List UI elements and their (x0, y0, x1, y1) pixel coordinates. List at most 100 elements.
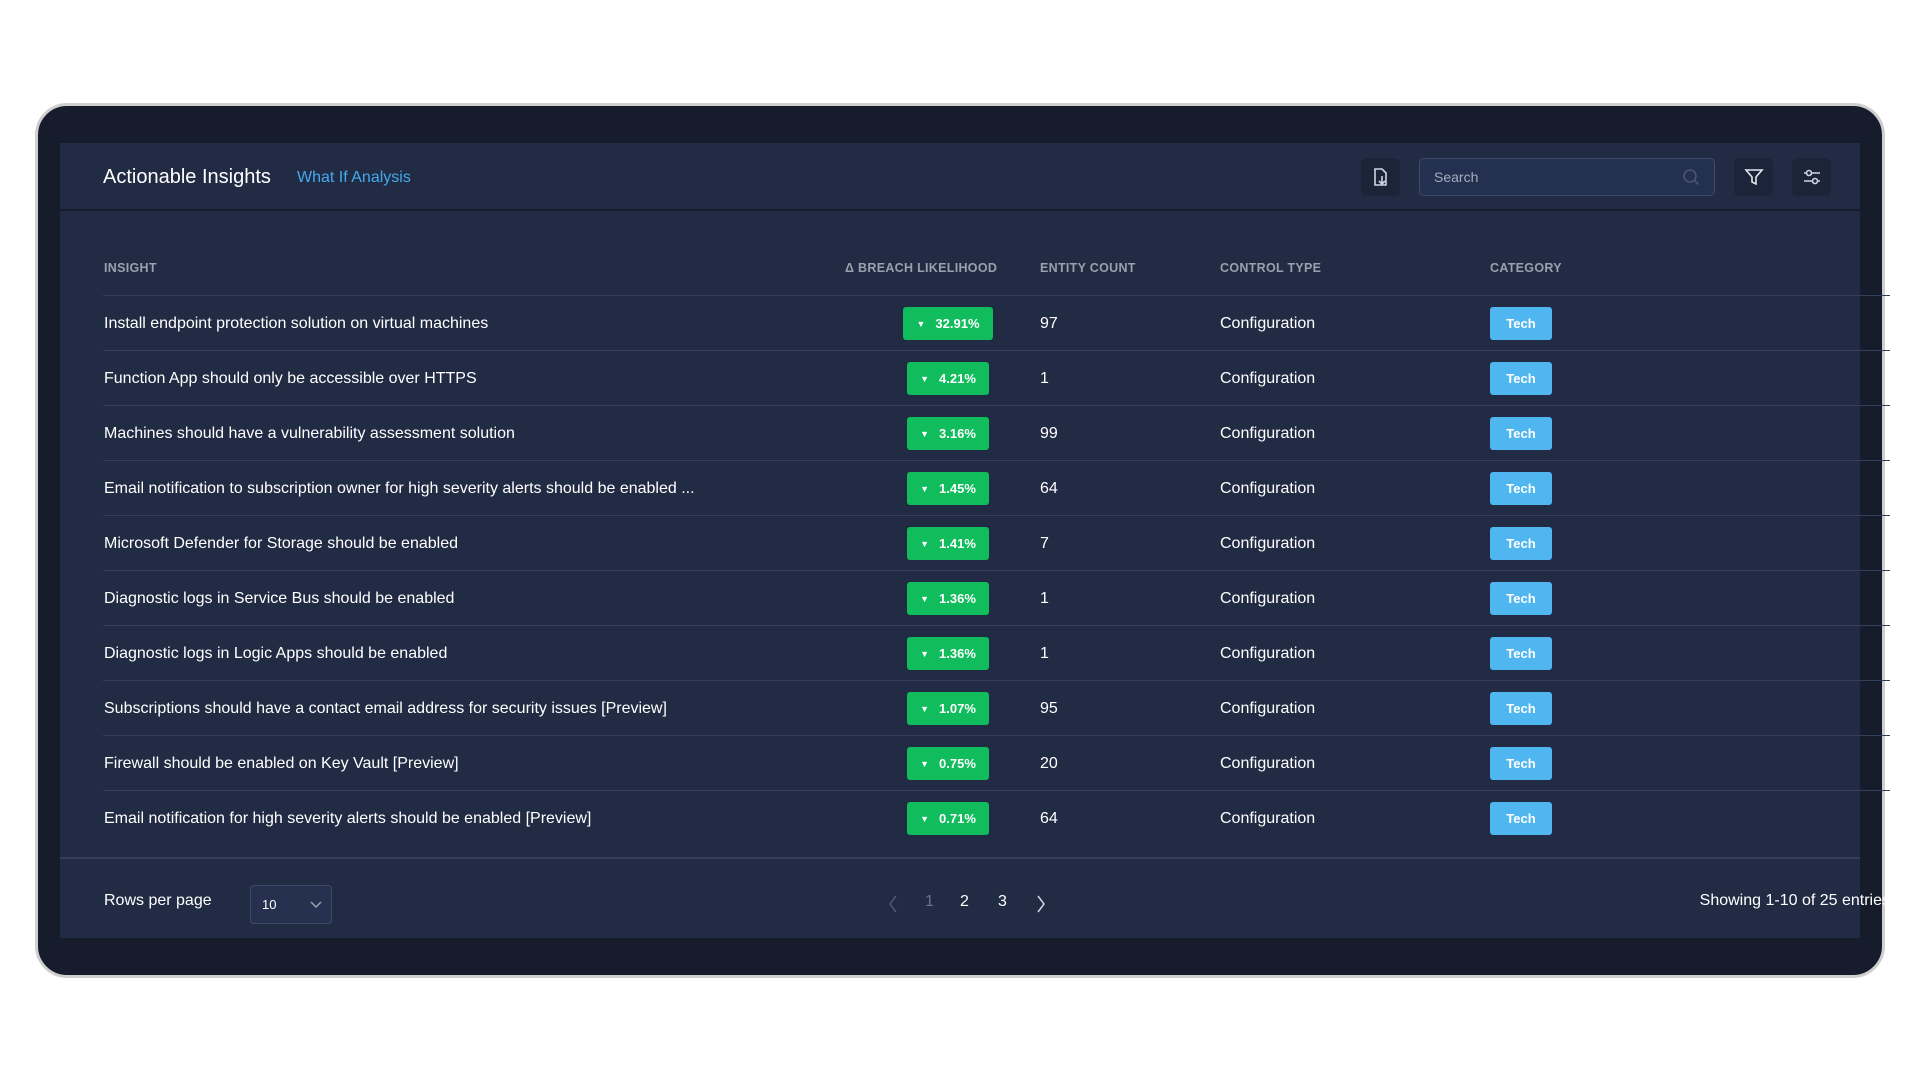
breach-cell: ▼ 1.07% (883, 681, 1013, 736)
entity-count: 7 (1040, 534, 1049, 552)
arrow-down-icon: ▼ (916, 318, 926, 329)
table-row[interactable]: Install endpoint protection solution on … (103, 295, 1890, 350)
breach-delta-value: 1.45% (939, 481, 976, 496)
table-row[interactable]: Diagnostic logs in Service Bus should be… (103, 570, 1890, 625)
chevron-right-icon[interactable] (1036, 895, 1046, 913)
category-badge[interactable]: Tech (1490, 692, 1552, 725)
page-3[interactable]: 3 (998, 893, 1007, 911)
breach-cell: ▼ 1.36% (883, 626, 1013, 681)
entity-count: 20 (1040, 754, 1058, 772)
entries-summary: Showing 1-10 of 25 entries (1490, 892, 1890, 910)
table-row[interactable]: Machines should have a vulnerability ass… (103, 405, 1890, 460)
breach-cell: ▼ 4.21% (883, 351, 1013, 406)
arrow-down-icon: ▼ (920, 703, 930, 714)
category-badge[interactable]: Tech (1490, 802, 1552, 835)
arrow-down-icon: ▼ (920, 538, 930, 549)
breach-delta-badge: ▼ 1.45% (907, 472, 989, 505)
search-field[interactable] (1419, 158, 1715, 196)
breach-cell: ▼ 1.36% (883, 571, 1013, 626)
entity-count: 64 (1040, 809, 1058, 827)
breach-delta-value: 0.71% (939, 811, 976, 826)
file-export-icon (1373, 168, 1387, 186)
breach-cell: ▼ 3.16% (883, 406, 1013, 461)
page-2[interactable]: 2 (960, 893, 969, 911)
breach-delta-value: 1.36% (939, 646, 976, 661)
category-cell: Tech (1490, 351, 1552, 406)
entity-count: 99 (1040, 424, 1058, 442)
category-cell: Tech (1490, 791, 1552, 846)
table-footer: Rows per page 10 1 2 3 Showing 1-10 of 2… (60, 857, 1890, 938)
category-badge[interactable]: Tech (1490, 527, 1552, 560)
column-header-breach-likelihood[interactable]: Δ BREACH LIKELIHOOD (845, 261, 997, 275)
entity-count: 1 (1040, 589, 1049, 607)
column-header-insight[interactable]: INSIGHT (104, 261, 157, 275)
category-cell: Tech (1490, 626, 1552, 681)
entity-count: 97 (1040, 314, 1058, 332)
search-input[interactable] (1434, 169, 1674, 185)
category-cell: Tech (1490, 571, 1552, 626)
category-cell: Tech (1490, 516, 1552, 571)
table-row[interactable]: Subscriptions should have a contact emai… (103, 680, 1890, 735)
panel-header: Actionable Insights What If Analysis (60, 143, 1860, 211)
category-badge[interactable]: Tech (1490, 417, 1552, 450)
insight-text: Email notification to subscription owner… (104, 479, 695, 497)
table-row[interactable]: Function App should only be accessible o… (103, 350, 1890, 405)
filter-button[interactable] (1734, 158, 1773, 196)
chevron-left-icon[interactable] (888, 895, 898, 913)
arrow-down-icon: ▼ (920, 813, 930, 824)
table-row[interactable]: Email notification to subscription owner… (103, 460, 1890, 515)
breach-delta-value: 3.16% (939, 426, 976, 441)
arrow-down-icon: ▼ (920, 648, 930, 659)
category-cell: Tech (1490, 406, 1552, 461)
control-type: Configuration (1220, 424, 1316, 442)
page-title: Actionable Insights (103, 166, 271, 188)
table-row[interactable]: Diagnostic logs in Logic Apps should be … (103, 625, 1890, 680)
tab-what-if-analysis[interactable]: What If Analysis (297, 169, 411, 187)
entries-summary-text: Showing 1-10 of 25 entries (1699, 892, 1890, 909)
breach-delta-badge: ▼ 4.21% (907, 362, 989, 395)
control-type: Configuration (1220, 314, 1316, 332)
breach-delta-value: 1.41% (939, 536, 976, 551)
control-type: Configuration (1220, 589, 1316, 607)
insight-text: Function App should only be accessible o… (104, 369, 477, 387)
insight-text: Diagnostic logs in Service Bus should be… (104, 589, 455, 607)
insights-panel: Actionable Insights What If Analysis INS… (60, 143, 1890, 938)
entity-count: 1 (1040, 369, 1049, 387)
insight-text: Subscriptions should have a contact emai… (104, 699, 667, 717)
rows-per-page-select[interactable]: 10 (250, 885, 332, 924)
insight-text: Machines should have a vulnerability ass… (104, 424, 515, 442)
settings-button[interactable] (1792, 158, 1831, 196)
insight-text: Microsoft Defender for Storage should be… (104, 534, 458, 552)
control-type: Configuration (1220, 369, 1316, 387)
table-row[interactable]: Firewall should be enabled on Key Vault … (103, 735, 1890, 790)
control-type: Configuration (1220, 809, 1316, 827)
rows-per-page-value: 10 (262, 897, 277, 912)
control-type: Configuration (1220, 479, 1316, 497)
category-cell: Tech (1490, 681, 1552, 736)
insight-text: Diagnostic logs in Logic Apps should be … (104, 644, 448, 662)
column-header-category[interactable]: CATEGORY (1490, 261, 1562, 275)
category-badge[interactable]: Tech (1490, 472, 1552, 505)
insight-text: Firewall should be enabled on Key Vault … (104, 754, 459, 772)
insight-text: Install endpoint protection solution on … (104, 314, 489, 332)
category-badge[interactable]: Tech (1490, 362, 1552, 395)
breach-delta-value: 4.21% (939, 371, 976, 386)
column-header-control-type[interactable]: CONTROL TYPE (1220, 261, 1321, 275)
breach-delta-badge: ▼ 1.36% (907, 582, 989, 615)
category-badge[interactable]: Tech (1490, 307, 1552, 340)
table-row[interactable]: Microsoft Defender for Storage should be… (103, 515, 1890, 570)
category-cell: Tech (1490, 296, 1552, 351)
category-badge[interactable]: Tech (1490, 582, 1552, 615)
breach-delta-value: 0.75% (939, 756, 976, 771)
search-icon[interactable] (1682, 168, 1700, 186)
category-cell: Tech (1490, 461, 1552, 516)
export-button[interactable] (1361, 158, 1400, 196)
category-badge[interactable]: Tech (1490, 637, 1552, 670)
category-cell: Tech (1490, 736, 1552, 791)
breach-delta-badge: ▼ 1.41% (907, 527, 989, 560)
page-1[interactable]: 1 (925, 893, 934, 911)
column-header-entity-count[interactable]: ENTITY COUNT (1040, 261, 1136, 275)
arrow-down-icon: ▼ (920, 593, 930, 604)
category-badge[interactable]: Tech (1490, 747, 1552, 780)
table-row[interactable]: Email notification for high severity ale… (103, 790, 1890, 845)
